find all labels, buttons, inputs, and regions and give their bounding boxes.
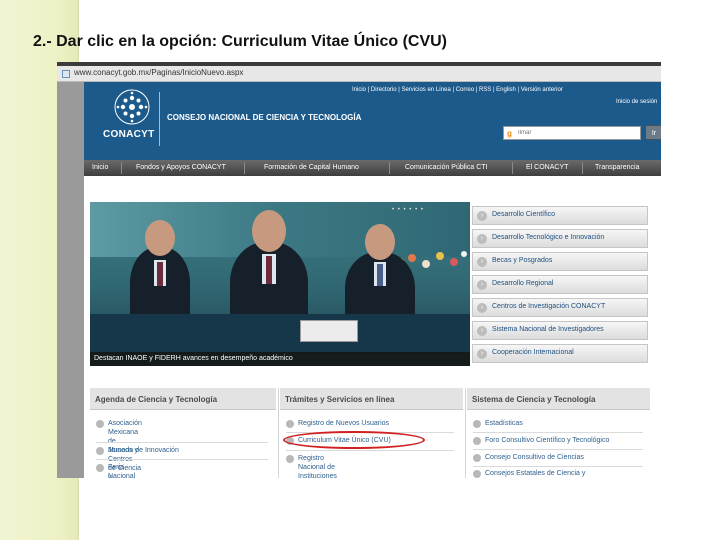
chevron-right-icon: [473, 470, 481, 478]
chevron-right-icon: ›: [477, 234, 487, 244]
row-divider: [473, 466, 643, 467]
nav-item-formacion[interactable]: Formación de Capital Humano: [264, 164, 359, 171]
row-divider: [286, 450, 454, 451]
carousel-pagination[interactable]: • • • • • •: [392, 207, 424, 213]
side-menu: › Desarrollo Científico › Desarrollo Tec…: [470, 202, 650, 366]
nav-separator: [389, 162, 390, 174]
nav-separator: [582, 162, 583, 174]
nav-separator: [121, 162, 122, 174]
side-item-label: Desarrollo Tecnológico e Innovación: [492, 234, 605, 241]
cvu-highlight-circle: [283, 431, 425, 449]
nav-item-inicio[interactable]: Inicio: [92, 164, 108, 171]
sistema-item-label[interactable]: Consejo Consultivo de Ciencias: [485, 453, 584, 462]
chevron-right-icon: [96, 464, 104, 472]
chevron-right-icon: ›: [477, 280, 487, 290]
browser-address-bar[interactable]: www.conacyt.gob.mx/Paginas/InicioNuevo.a…: [57, 62, 661, 82]
sistema-column-header: Sistema de Ciencia y Tecnología: [467, 388, 650, 410]
conacyt-logo-icon[interactable]: [114, 89, 150, 125]
tramites-column-title: Trámites y Servicios en línea: [285, 395, 395, 404]
logo-text: CONACYT: [103, 129, 155, 140]
chevron-right-icon: ›: [477, 257, 487, 267]
agenda-column-header: Agenda de Ciencia y Tecnología: [90, 388, 276, 410]
side-item-desarrollo-cientifico[interactable]: › Desarrollo Científico: [472, 206, 648, 225]
table-name-sign: [300, 320, 358, 342]
side-item-label: Cooperación Internacional: [492, 349, 574, 356]
nav-item-transparencia[interactable]: Transparencia: [595, 164, 640, 171]
organization-name: CONSEJO NACIONAL DE CIENCIA Y TECNOLOGÍA: [167, 113, 362, 122]
news-carousel[interactable]: • • • • • • Destacan INAOE y FIDERH avan…: [90, 202, 470, 366]
info-columns: Agenda de Ciencia y Tecnología Asociació…: [90, 366, 650, 478]
side-item-label: Desarrollo Regional: [492, 280, 554, 287]
side-item-sni[interactable]: › Sistema Nacional de Investigadores: [472, 321, 648, 340]
side-item-desarrollo-tecnologico[interactable]: › Desarrollo Tecnológico e Innovación: [472, 229, 648, 248]
login-link[interactable]: Inicio de sesión: [616, 99, 657, 105]
chevron-right-icon: [286, 420, 294, 428]
carousel-caption[interactable]: Destacan INAOE y FIDERH avances en desem…: [94, 355, 293, 362]
row-divider: [96, 442, 268, 443]
person-center-tie: [266, 256, 272, 284]
side-item-label: Centros de Investigación CONACYT: [492, 303, 606, 310]
side-item-becas[interactable]: › Becas y Posgrados: [472, 252, 648, 271]
chevron-right-icon: ›: [477, 349, 487, 359]
side-item-cooperacion[interactable]: › Cooperación Internacional: [472, 344, 648, 363]
nav-separator: [512, 162, 513, 174]
row-divider: [473, 432, 643, 433]
sistema-item-label[interactable]: Foro Consultivo Científico y Tecnológico: [485, 436, 609, 445]
chevron-right-icon: ›: [477, 326, 487, 336]
agenda-item-label[interactable]: Feria Nacional de Posgrados de Calidad 2…: [108, 463, 141, 478]
nav-separator: [244, 162, 245, 174]
side-item-label: Desarrollo Científico: [492, 211, 556, 218]
agenda-column-title: Agenda de Ciencia y Tecnología: [95, 395, 218, 404]
search-box[interactable]: g: [503, 126, 641, 140]
main-nav: Inicio Fondos y Apoyos CONACYT Formación…: [84, 160, 661, 176]
tramites-item-label[interactable]: Registro de Nuevos Usuarios: [298, 419, 389, 428]
tramites-column-header: Trámites y Servicios en línea: [280, 388, 463, 410]
sistema-item-label[interactable]: Estadísticas: [485, 419, 523, 428]
logo-divider: [159, 92, 160, 146]
carousel-caption-bar[interactable]: Destacan INAOE y FIDERH avances en desem…: [90, 352, 470, 366]
site-header: CONACYT CONSEJO NACIONAL DE CIENCIA Y TE…: [84, 82, 661, 160]
chevron-right-icon: ›: [477, 303, 487, 313]
chevron-right-icon: [473, 420, 481, 428]
chevron-right-icon: ›: [477, 211, 487, 221]
chevron-right-icon: [96, 447, 104, 455]
side-item-centros[interactable]: › Centros de Investigación CONACYT: [472, 298, 648, 317]
nav-item-fondos[interactable]: Fondos y Apoyos CONACYT: [136, 164, 226, 171]
conference-table: [90, 314, 470, 354]
search-button[interactable]: Ir: [645, 125, 661, 140]
agenda-item-label[interactable]: Jornada de Innovación: [108, 446, 179, 455]
browser-frame-top: [57, 62, 661, 66]
column-divider: [278, 388, 279, 478]
person-left-head: [145, 220, 175, 256]
nav-item-comunicacion[interactable]: Comunicación Pública CTI: [405, 164, 487, 171]
chevron-right-icon: [286, 455, 294, 463]
search-engine-logo-icon: g: [507, 129, 512, 138]
sistema-column-title: Sistema de Ciencia y Tecnología: [472, 395, 596, 404]
page-icon: [62, 70, 70, 78]
chevron-right-icon: [473, 454, 481, 462]
person-right-tie: [377, 264, 383, 286]
tramites-item-label[interactable]: Registro Nacional de Instituciones y Emp…: [298, 454, 338, 478]
nav-item-el-conacyt[interactable]: El CONACYT: [526, 164, 568, 171]
chevron-right-icon: [473, 437, 481, 445]
side-item-label: Becas y Posgrados: [492, 257, 553, 264]
slide-title: 2.- Dar clic en la opción: Curriculum Vi…: [33, 33, 448, 50]
column-divider: [465, 388, 466, 478]
side-item-label: Sistema Nacional de Investigadores: [492, 326, 604, 333]
url-text[interactable]: www.conacyt.gob.mx/Paginas/InicioNuevo.a…: [74, 68, 243, 77]
browser-screenshot: www.conacyt.gob.mx/Paginas/InicioNuevo.a…: [57, 62, 661, 478]
person-right-head: [365, 224, 395, 260]
chevron-right-icon: [96, 420, 104, 428]
side-item-desarrollo-regional[interactable]: › Desarrollo Regional: [472, 275, 648, 294]
person-center-head: [252, 210, 286, 252]
row-divider: [96, 459, 268, 460]
sistema-item-label[interactable]: Consejos Estatales de Ciencia y: [485, 469, 585, 478]
screenshot-left-band: [57, 62, 84, 478]
header-spacer: [84, 176, 661, 202]
row-divider: [473, 449, 643, 450]
search-input[interactable]: [518, 128, 638, 138]
person-left-tie: [157, 262, 163, 286]
top-utility-links[interactable]: Inicio | Directorio | Servicios en Línea…: [352, 87, 563, 93]
